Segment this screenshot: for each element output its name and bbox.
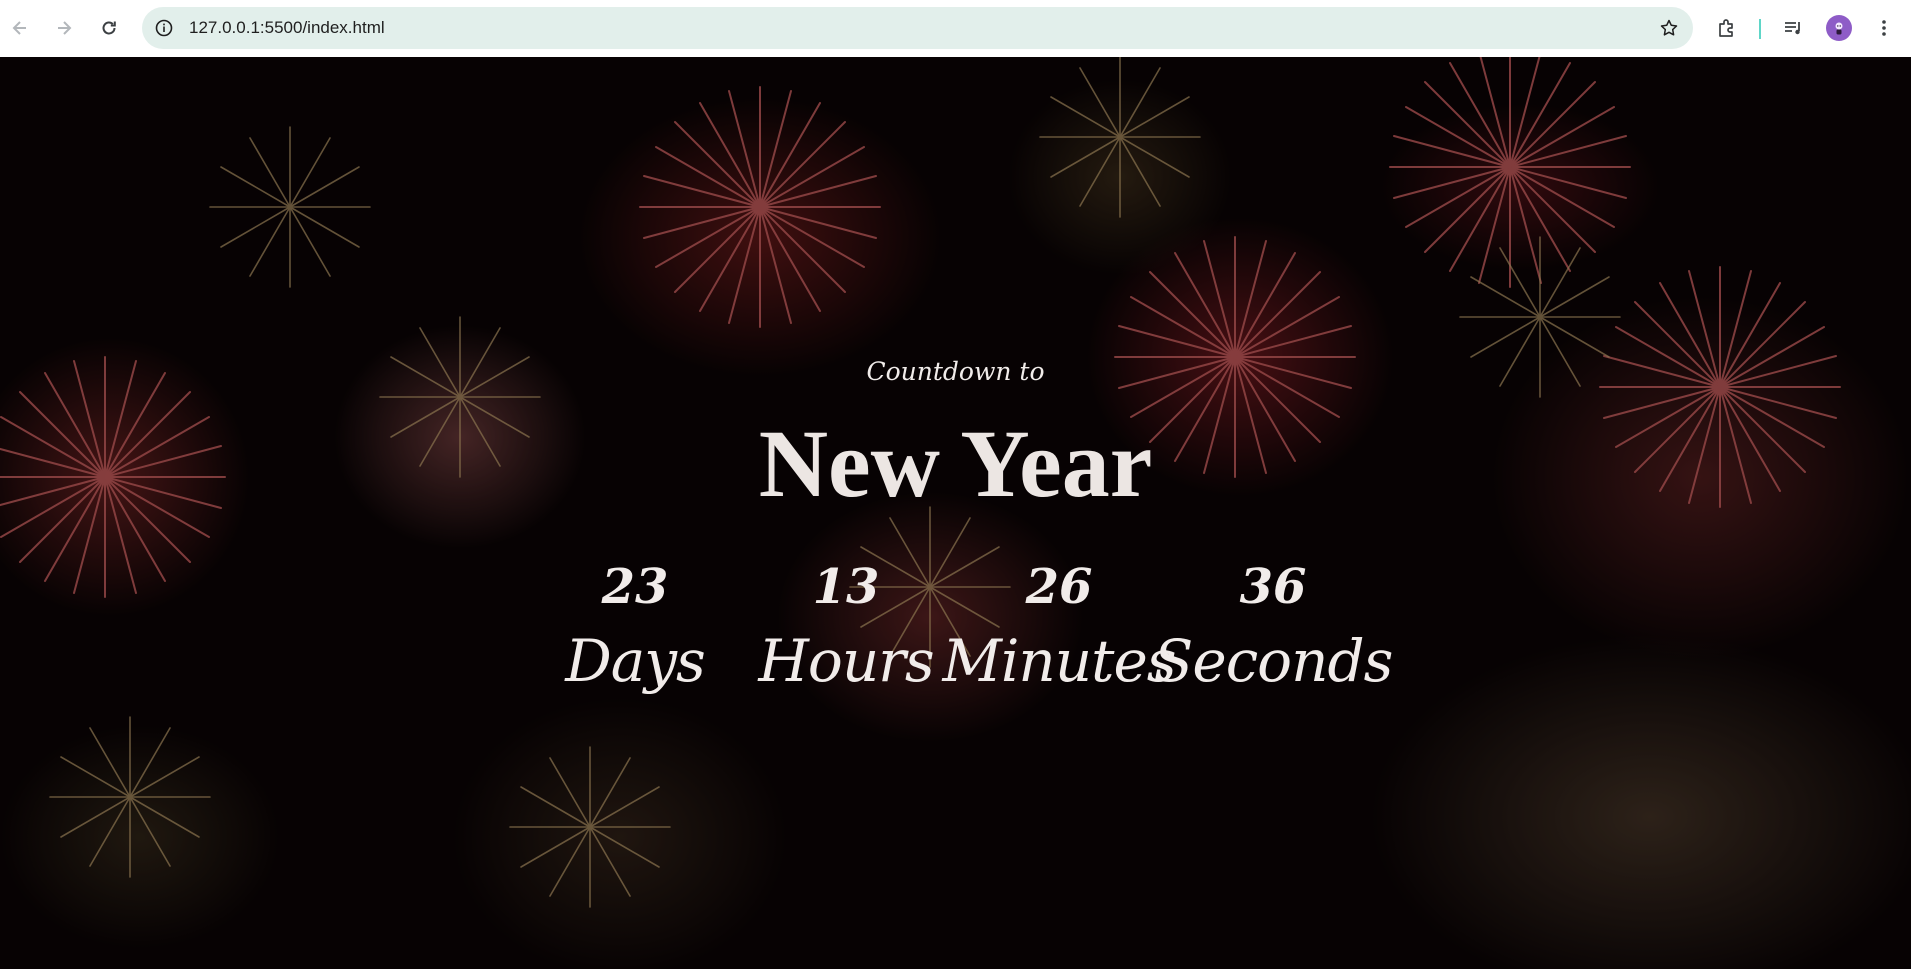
page-title: New Year (758, 410, 1153, 517)
info-icon (155, 19, 173, 37)
seconds-label: Seconds (1153, 627, 1394, 695)
forward-button[interactable] (44, 8, 84, 48)
countdown-hours: 13 Hours (752, 557, 940, 697)
browser-toolbar: 127.0.0.1:5500/index.html (0, 0, 1911, 57)
countdown-days: 23 Days (560, 557, 710, 697)
page-viewport: Countdown to New Year 23 Days 13 Hours 2… (0, 57, 1911, 969)
media-controls-button[interactable] (1773, 8, 1813, 48)
bookmark-button[interactable] (1657, 16, 1681, 40)
arrow-right-icon (58, 21, 72, 35)
profile-button[interactable] (1819, 8, 1859, 48)
url-text[interactable]: 127.0.0.1:5500/index.html (189, 7, 385, 49)
reload-button[interactable] (89, 8, 129, 48)
media-queue-icon (1785, 22, 1800, 35)
reload-icon (102, 21, 116, 35)
hours-label: Hours (758, 627, 934, 695)
address-bar[interactable]: 127.0.0.1:5500/index.html (142, 7, 1693, 49)
avatar-icon (1826, 15, 1852, 41)
toolbar-divider (1759, 19, 1761, 39)
extensions-button[interactable] (1707, 8, 1747, 48)
countdown-subtitle: Countdown to (866, 357, 1045, 386)
minutes-value: 26 (1025, 559, 1093, 615)
hours-value: 13 (812, 559, 880, 615)
countdown-minutes: 26 Minutes (942, 557, 1176, 697)
browser-menu-button[interactable] (1864, 8, 1904, 48)
countdown-seconds: 36 Seconds (1154, 557, 1394, 697)
days-label: Days (565, 627, 706, 695)
star-icon (1660, 19, 1678, 36)
days-value: 23 (601, 559, 669, 615)
seconds-value: 36 (1239, 559, 1307, 615)
three-dots-vertical-icon (1882, 20, 1886, 36)
countdown-section: Countdown to New Year 23 Days 13 Hours 2… (0, 57, 1911, 969)
arrow-left-icon (12, 21, 26, 35)
minutes-label: Minutes (942, 627, 1176, 695)
site-info-button[interactable] (152, 16, 176, 40)
puzzle-icon (1719, 19, 1733, 37)
back-button[interactable] (0, 8, 40, 48)
